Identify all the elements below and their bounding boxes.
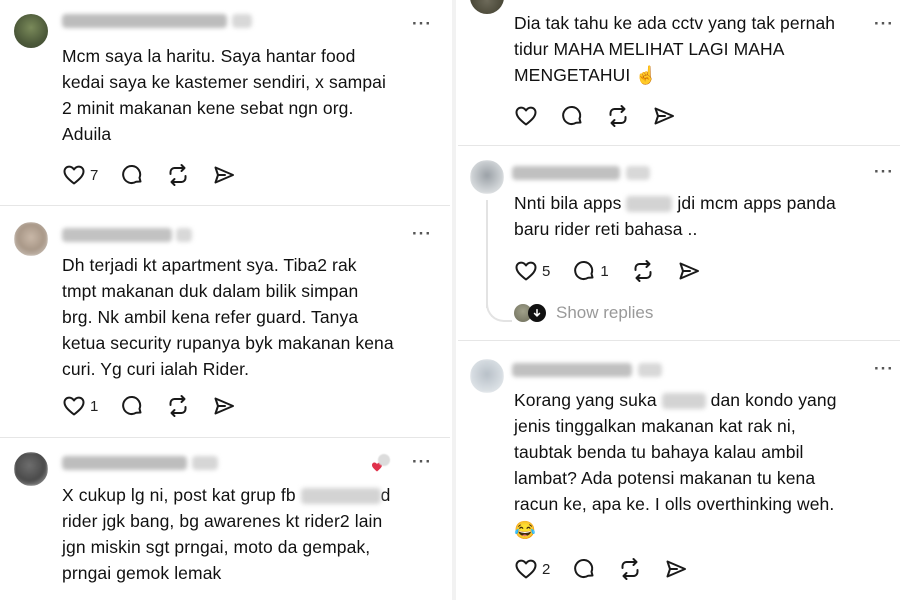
comment-text: Dia tak tahu ke ada cctv yang tak pernah… [514,13,836,85]
timestamp-blurred [192,456,218,470]
comment-button[interactable] [572,557,596,581]
repost-icon [169,395,187,417]
comment-icon [574,559,594,579]
repost-icon [169,164,187,186]
comment-text: Dh terjadi kt apartment sya. Tiba2 rak t… [62,255,394,379]
share-icon [679,262,699,280]
comment-text: X cukup lg ni, post kat grup fb d rider … [62,485,391,583]
share-icon [666,560,687,578]
comment-post: ··· Korang yang suka dan kondo yang jeni… [458,341,900,600]
thread-curve [486,296,512,322]
username-blurred[interactable] [62,228,172,242]
comment-post: ··· Dh terjadi kt apartment sya. Tiba2 r… [0,206,450,436]
avatar[interactable] [14,452,48,486]
repost-button[interactable] [631,259,655,283]
show-replies-label: Show replies [556,303,654,322]
like-button[interactable] [514,104,538,128]
comment-post: ··· Mcm saya la haritu. Saya hantar food… [0,0,450,205]
comment-post: ··· Nnti bila apps jdi mcm apps panda ba… [458,146,900,340]
share-button[interactable] [664,557,688,581]
comment-button[interactable] [560,104,584,128]
like-count: 5 [542,262,551,280]
avatar[interactable] [470,0,504,14]
column-divider [452,0,456,600]
like-count: 7 [90,166,99,184]
comment-post: ··· Dia tak tahu ke ada cctv yang tak pe… [458,0,900,145]
comment-text: Mcm saya la haritu. Saya hantar food ked… [62,46,386,144]
action-bar: 5 1 [514,258,723,284]
username-blurred[interactable] [62,456,187,470]
arrow-down-icon [528,304,546,322]
action-bar: 2 [514,556,710,582]
share-button[interactable] [677,259,701,283]
show-replies-button[interactable]: Show replies [514,303,653,323]
repost-icon [609,105,627,127]
like-button[interactable]: 2 [514,557,550,581]
avatar[interactable] [470,359,504,393]
heart-icon [63,165,85,185]
more-icon[interactable]: ··· [412,452,432,472]
repost-icon [621,558,639,580]
share-icon [214,397,235,415]
timestamp-blurred [232,14,252,28]
timestamp-blurred [176,228,192,242]
more-icon[interactable]: ··· [874,162,894,182]
comments-column-left: ··· Mcm saya la haritu. Saya hantar food… [0,0,450,600]
more-icon[interactable]: ··· [412,224,432,244]
like-button[interactable]: 1 [62,394,98,418]
share-button[interactable] [212,163,236,187]
action-bar: 1 [62,393,258,419]
username-blurred[interactable] [62,14,227,28]
more-icon[interactable]: ··· [412,14,432,34]
timestamp-blurred [638,363,662,377]
comment-text: Korang yang suka dan kondo yang jenis ti… [514,390,837,540]
repost-button[interactable] [166,394,190,418]
avatar[interactable] [14,222,48,256]
like-count: 2 [542,560,551,578]
heart-icon [515,261,537,281]
reply-count: 1 [600,262,609,280]
username-blurred[interactable] [512,363,632,377]
comment-text: Nnti bila apps jdi mcm apps panda baru r… [514,193,836,239]
username-blurred[interactable] [512,166,620,180]
like-button[interactable]: 5 [514,259,550,283]
heart-icon [63,396,85,416]
repost-button[interactable] [618,557,642,581]
redacted-text [661,393,706,410]
comment-icon [562,106,582,126]
action-bar: 7 [62,162,258,188]
redacted-text [626,196,673,213]
like-button[interactable]: 7 [62,163,98,187]
comment-icon [122,396,142,416]
comment-icon [122,165,142,185]
action-bar [514,103,698,129]
heart-icon [515,559,537,579]
comment-button[interactable]: 1 [572,259,609,283]
like-count: 1 [90,397,99,415]
more-icon[interactable]: ··· [874,359,894,379]
share-icon [654,107,674,125]
avatar[interactable] [14,14,48,48]
comment-button[interactable] [120,163,144,187]
redacted-text [300,488,381,505]
timestamp-blurred [626,166,650,180]
comment-button[interactable] [120,394,144,418]
more-icon[interactable]: ··· [874,14,894,34]
reactor-avatar [378,454,390,466]
share-button[interactable] [652,104,676,128]
comment-icon [574,261,594,281]
repost-button[interactable] [166,163,190,187]
share-icon [214,166,235,184]
repost-button[interactable] [606,104,630,128]
repost-icon [634,260,652,282]
share-button[interactable] [212,394,236,418]
comment-post: ··· X cukup lg ni, post kat grup fb d ri… [0,438,450,600]
comments-column-right: ··· Dia tak tahu ke ada cctv yang tak pe… [458,0,900,600]
avatar[interactable] [470,160,504,194]
thread-line [486,200,488,308]
heart-icon [515,106,537,126]
